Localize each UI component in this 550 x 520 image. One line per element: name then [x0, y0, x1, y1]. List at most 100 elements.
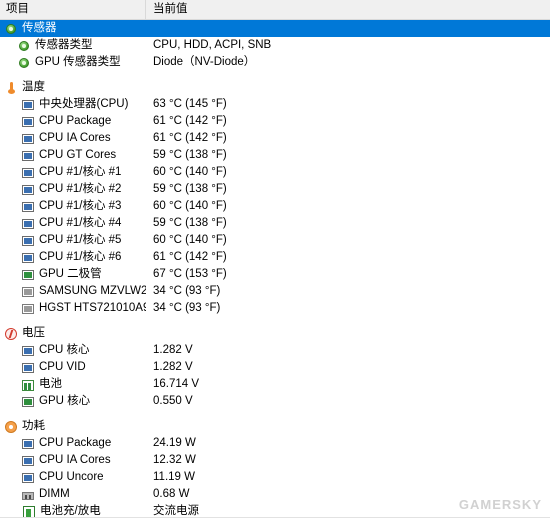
sensor-row-name: CPU IA Cores — [0, 452, 146, 469]
sensor-row-value: 12.32 W — [153, 454, 196, 466]
cpu-square-icon — [22, 456, 34, 466]
sensor-row-label: CPU #1/核心 #6 — [39, 251, 122, 263]
sensor-row-name: CPU #1/核心 #5 — [0, 232, 146, 249]
column-header-item[interactable]: 项目 — [0, 0, 146, 19]
sensor-row-name: CPU VID — [0, 359, 146, 376]
sensor-row-label: CPU Uncore — [39, 471, 104, 483]
hdd-icon — [22, 287, 34, 297]
sensor-row-label: CPU Package — [39, 437, 112, 449]
sensor-row[interactable]: CPU IA Cores 12.32 W — [0, 452, 550, 469]
gpu-square-icon — [22, 397, 34, 407]
sensor-row[interactable]: CPU #1/核心 #4 59 °C (138 °F) — [0, 215, 550, 232]
sensor-row-value: 1.282 V — [153, 361, 193, 373]
list-group-spacer — [0, 317, 550, 325]
sensor-row-name: CPU #1/核心 #4 — [0, 215, 146, 232]
sensor-row[interactable]: CPU Package 24.19 W — [0, 435, 550, 452]
sensor-row-name: CPU Package — [0, 435, 146, 452]
sensor-row-name: 传感器类型 — [0, 37, 146, 54]
sensor-row-value: 24.19 W — [153, 437, 196, 449]
cpu-square-icon — [22, 134, 34, 144]
sensor-row[interactable]: GPU 核心 0.550 V — [0, 393, 550, 410]
sensor-row-label: 传感器 — [22, 22, 57, 34]
sensor-row-value: 60 °C (140 °F) — [153, 166, 227, 178]
cpu-square-icon — [22, 219, 34, 229]
sensor-row-label: CPU #1/核心 #4 — [39, 217, 122, 229]
sensor-row-value: 34 °C (93 °F) — [153, 302, 221, 314]
sensor-row[interactable]: CPU 核心 1.282 V — [0, 342, 550, 359]
sensor-row-value: 61 °C (142 °F) — [153, 115, 227, 127]
sensor-row[interactable]: 中央处理器(CPU) 63 °C (145 °F) — [0, 96, 550, 113]
cpu-square-icon — [22, 202, 34, 212]
sensor-row[interactable]: CPU #1/核心 #3 60 °C (140 °F) — [0, 198, 550, 215]
sensor-row-name: CPU Uncore — [0, 469, 146, 486]
sensor-row[interactable]: CPU #1/核心 #2 59 °C (138 °F) — [0, 181, 550, 198]
cpu-square-icon — [22, 168, 34, 178]
cpu-square-icon — [22, 439, 34, 449]
sensor-row-name: CPU GT Cores — [0, 147, 146, 164]
sensor-row-name: SAMSUNG MZVLW256HEHP... — [0, 283, 146, 300]
sensor-row[interactable]: CPU Uncore 11.19 W — [0, 469, 550, 486]
sensor-row-name: 温度 — [0, 79, 146, 96]
sensor-row-name: 功耗 — [0, 418, 146, 435]
sensor-row-label: 中央处理器(CPU) — [39, 98, 129, 110]
cpu-square-icon — [22, 185, 34, 195]
sensor-row[interactable]: 电池 16.714 V — [0, 376, 550, 393]
sensor-row-name: GPU 核心 — [0, 393, 146, 410]
sensor-group-row[interactable]: 功耗 — [0, 418, 550, 435]
sensor-row-label: HGST HTS721010A9E630 — [39, 302, 146, 314]
sensor-row-label: CPU #1/核心 #3 — [39, 200, 122, 212]
sensor-icon — [18, 57, 30, 69]
sensor-row-value: 11.19 W — [153, 471, 195, 483]
cpu-square-icon — [22, 151, 34, 161]
sensor-row-name: CPU #1/核心 #6 — [0, 249, 146, 266]
sensor-row[interactable]: CPU #1/核心 #6 61 °C (142 °F) — [0, 249, 550, 266]
hdd-icon — [22, 304, 34, 314]
column-header-value[interactable]: 当前值 — [146, 0, 550, 19]
sensor-row-value: 67 °C (153 °F) — [153, 268, 227, 280]
sensor-row[interactable]: CPU #1/核心 #1 60 °C (140 °F) — [0, 164, 550, 181]
sensor-row-label: CPU Package — [39, 115, 112, 127]
sensor-row[interactable]: 传感器类型 CPU, HDD, ACPI, SNB — [0, 37, 550, 54]
sensor-row-label: CPU GT Cores — [39, 149, 117, 161]
sensor-row[interactable]: SAMSUNG MZVLW256HEHP... 34 °C (93 °F) — [0, 283, 550, 300]
sensor-group-row[interactable]: 传感器 — [0, 20, 550, 37]
sensor-row-value: 59 °C (138 °F) — [153, 149, 227, 161]
cpu-square-icon — [22, 236, 34, 246]
sensor-row[interactable]: GPU 二极管 67 °C (153 °F) — [0, 266, 550, 283]
sensor-row[interactable]: GPU 传感器类型 Diode（NV-Diode） — [0, 54, 550, 71]
sensor-row-label: GPU 二极管 — [39, 268, 102, 280]
sensor-row-value: CPU, HDD, ACPI, SNB — [153, 39, 272, 51]
sensor-group-row[interactable]: 温度 — [0, 79, 550, 96]
sensor-row-label: CPU 核心 — [39, 344, 90, 356]
column-header: 项目 当前值 — [0, 0, 550, 20]
sensor-row-value: 61 °C (142 °F) — [153, 132, 227, 144]
sensor-row-label: CPU IA Cores — [39, 454, 111, 466]
sensor-row-name: GPU 传感器类型 — [0, 54, 146, 71]
sensor-row-value: 34 °C (93 °F) — [153, 285, 221, 297]
cpu-square-icon — [22, 117, 34, 127]
sensor-group-row[interactable]: 电压 — [0, 325, 550, 342]
sensor-row-name: CPU Package — [0, 113, 146, 130]
sensor-row-label: CPU #1/核心 #5 — [39, 234, 122, 246]
cpu-square-icon — [22, 253, 34, 263]
sensor-row-name: 中央处理器(CPU) — [0, 96, 146, 113]
sensor-panel: 项目 当前值 传感器传感器类型 CPU, HDD, ACPI, SNB GPU 传感… — [0, 0, 550, 518]
sensor-row-value: 59 °C (138 °F) — [153, 183, 227, 195]
sensor-row-label: CPU #1/核心 #1 — [39, 166, 122, 178]
list-group-spacer — [0, 410, 550, 418]
sensor-row[interactable]: CPU #1/核心 #5 60 °C (140 °F) — [0, 232, 550, 249]
sensor-row-label: DIMM — [39, 488, 70, 500]
sensor-list: 传感器传感器类型 CPU, HDD, ACPI, SNB GPU 传感器类型 Diod… — [0, 20, 550, 520]
sensor-icon — [5, 23, 17, 35]
sensor-row-label: 温度 — [22, 81, 45, 93]
sensor-row[interactable]: CPU IA Cores 61 °C (142 °F) — [0, 130, 550, 147]
sensor-row-name: 传感器 — [0, 20, 146, 37]
watermark: GAMERSKY — [458, 497, 542, 512]
sensor-row[interactable]: CPU GT Cores 59 °C (138 °F) — [0, 147, 550, 164]
sensor-row-name: CPU #1/核心 #1 — [0, 164, 146, 181]
sensor-row[interactable]: CPU VID 1.282 V — [0, 359, 550, 376]
sensor-row[interactable]: CPU Package 61 °C (142 °F) — [0, 113, 550, 130]
dimm-icon — [22, 491, 34, 500]
sensor-row[interactable]: HGST HTS721010A9E630 34 °C (93 °F) — [0, 300, 550, 317]
sensor-row-label: 功耗 — [22, 420, 45, 432]
